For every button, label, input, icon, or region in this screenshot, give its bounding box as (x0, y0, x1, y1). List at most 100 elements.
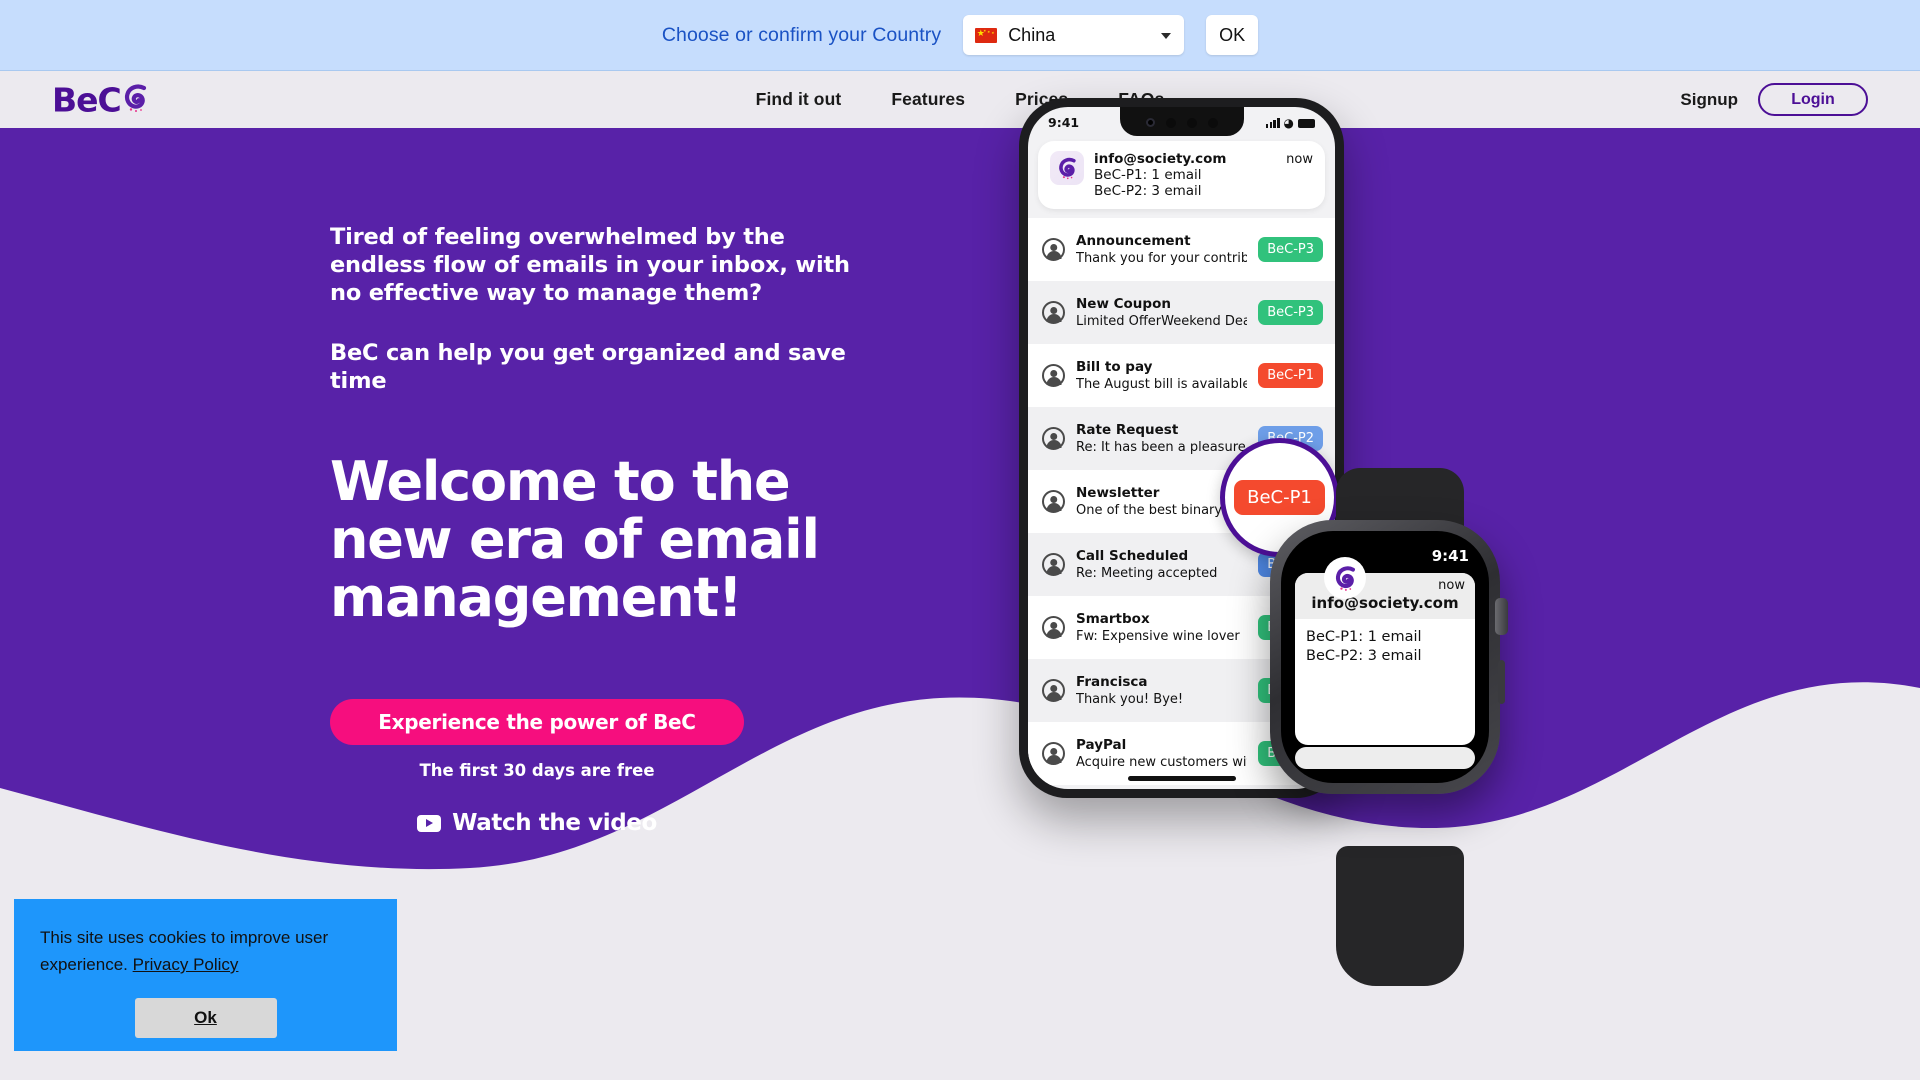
country-select[interactable]: China (963, 15, 1185, 55)
notification-line-1: BeC-P1: 1 email (1094, 167, 1202, 183)
phone-status-time: 9:41 (1048, 115, 1080, 130)
home-indicator (1127, 776, 1236, 781)
flag-china-icon (975, 27, 998, 43)
battery-icon (1298, 118, 1315, 128)
magnified-priority-badge: BeC-P1 (1234, 480, 1325, 515)
chevron-down-icon (1161, 33, 1172, 39)
bec-app-icon (1050, 151, 1084, 185)
watch-side-button[interactable] (1498, 660, 1505, 704)
hero-lead-2: BeC can help you get organized and save … (330, 340, 846, 394)
country-confirmation-bar: Choose or confirm your Country China OK (0, 0, 1920, 71)
watch-notification-body: BeC-P1: 1 email BeC-P2: 3 email (1295, 619, 1475, 675)
hero-background-shape (0, 128, 1920, 870)
header-actions: Signup Login (1680, 83, 1868, 116)
nav-item-find-it-out[interactable]: Find it out (756, 89, 842, 110)
watch-video-label: Watch the video (452, 810, 657, 836)
notification-sender: info@society.com (1094, 151, 1227, 167)
email-preview: Limited OfferWeekend Deals (1076, 313, 1248, 329)
avatar (1042, 553, 1065, 576)
page-title: Welcome to the new era of email manageme… (330, 450, 820, 629)
notification-line-2: BeC-P2: 3 email (1094, 183, 1202, 199)
email-subject: Rate Request (1076, 421, 1179, 438)
privacy-policy-link[interactable]: Privacy Policy (133, 955, 239, 974)
email-text: Francisca Thank you! Bye! (1076, 674, 1247, 708)
hero-content: Tired of feeling overwhelmed by the endl… (330, 223, 870, 836)
priority-badge: BeC-P1 (1258, 363, 1323, 388)
phone-status-bar: 9:41 ◕ (1028, 107, 1335, 138)
phone-notification-card[interactable]: info@society.com now BeC-P1: 1 email BeC… (1038, 141, 1325, 209)
nav-item-features[interactable]: Features (891, 89, 965, 110)
email-preview: Re: Meeting accepted (1076, 565, 1218, 581)
watch-screen: 9:41 now info@society.com BeC-P1: 1 emai… (1281, 531, 1489, 783)
email-preview: Re: It has been a pleasure to (1076, 439, 1248, 455)
watch-video-link[interactable]: Watch the video (330, 810, 744, 836)
email-subject: New Coupon (1076, 295, 1171, 312)
cta-experience-button[interactable]: Experience the power of BeC (330, 699, 744, 745)
cookie-banner-text: This site uses cookies to improve user e… (40, 924, 371, 978)
country-bar-label: Choose or confirm your Country (661, 23, 942, 46)
watch-status-time: 9:41 (1431, 547, 1469, 565)
login-button[interactable]: Login (1758, 83, 1868, 116)
email-preview: The August bill is available (1076, 376, 1248, 392)
email-list-item[interactable]: New Coupon Limited OfferWeekend Deals BeC-… (1028, 281, 1335, 344)
email-text: Bill to pay The August bill is available (1076, 359, 1247, 393)
priority-badge: BeC-P3 (1258, 300, 1323, 325)
email-subject: Bill to pay (1076, 358, 1153, 375)
site-logo[interactable]: BeC (52, 80, 152, 119)
email-subject: Announcement (1076, 232, 1191, 249)
hero-lead-1: Tired of feeling overwhelmed by the endl… (330, 224, 850, 306)
email-text: New Coupon Limited OfferWeekend Deals (1076, 296, 1247, 330)
email-text: Smartbox Fw: Expensive wine lover (1076, 611, 1247, 645)
wifi-icon: ◕ (1283, 115, 1294, 130)
logo-text: BeC (52, 80, 122, 119)
avatar (1042, 490, 1065, 513)
avatar (1042, 364, 1065, 387)
cookie-consent-banner: This site uses cookies to improve user e… (14, 899, 397, 1051)
email-preview: Thank you! Bye! (1076, 691, 1184, 707)
avatar (1042, 616, 1065, 639)
avatar (1042, 427, 1065, 450)
email-preview: Acquire new customers with an (1076, 754, 1247, 770)
email-text: AnnouncementThank you for your contribut… (1076, 233, 1247, 267)
email-text: PayPalAcquire new customers with an (1076, 737, 1247, 771)
phone-notification-body: info@society.com now BeC-P1: 1 email BeC… (1094, 151, 1313, 199)
watch-dock-bar (1295, 747, 1475, 769)
country-ok-button[interactable]: OK (1206, 15, 1259, 55)
email-text: Call Scheduled Re: Meeting accepted (1076, 548, 1247, 582)
watch-notification-line-2: BeC-P2: 3 email (1306, 648, 1422, 664)
email-subject: PayPal (1076, 736, 1127, 753)
email-preview: Fw: Expensive wine lover (1076, 628, 1240, 644)
avatar (1042, 742, 1065, 765)
cellular-signal-icon (1265, 118, 1280, 128)
digital-crown-icon[interactable] (1495, 598, 1508, 635)
watch-case: 9:41 now info@society.com BeC-P1: 1 emai… (1270, 520, 1508, 794)
bec-swirl-logo-icon (118, 80, 152, 119)
phone-status-icons: ◕ (1265, 115, 1315, 130)
email-subject: Call Scheduled (1076, 547, 1189, 564)
email-subject: Smartbox (1076, 610, 1150, 627)
avatar (1042, 238, 1065, 261)
avatar (1042, 679, 1065, 702)
email-subject: Francisca (1076, 673, 1148, 690)
watch-notification-sender: info@society.com (1311, 594, 1459, 612)
hero-section: Tired of feeling overwhelmed by the endl… (0, 128, 1920, 958)
email-list-item[interactable]: AnnouncementThank you for your contribut… (1028, 218, 1335, 281)
youtube-play-icon (417, 814, 442, 832)
email-text: Rate Request Re: It has been a pleasure t… (1076, 422, 1247, 456)
site-header: BeC Find it out Features Prices FAQs Sig… (0, 71, 1920, 128)
watch-notification-header: now info@society.com (1295, 573, 1475, 619)
avatar (1042, 301, 1065, 324)
country-select-value: China (1008, 24, 1056, 45)
watch-band-bottom (1336, 846, 1464, 986)
bec-app-icon (1324, 557, 1366, 599)
cta-subtext: The first 30 days are free (419, 761, 655, 780)
smartwatch-mockup: 9:41 now info@society.com BeC-P1: 1 emai… (1270, 468, 1530, 986)
priority-badge: BeC-P3 (1258, 237, 1323, 262)
watch-notification-card[interactable]: now info@society.com BeC-P1: 1 email BeC… (1295, 573, 1475, 745)
watch-notification-line-1: BeC-P1: 1 email (1306, 629, 1422, 645)
email-list-item[interactable]: Bill to pay The August bill is available B… (1028, 344, 1335, 407)
cookie-ok-button[interactable]: Ok (134, 998, 277, 1038)
signup-link[interactable]: Signup (1680, 90, 1738, 110)
email-preview: Thank you for your contribution (1076, 250, 1248, 266)
notification-time: now (1286, 152, 1313, 167)
